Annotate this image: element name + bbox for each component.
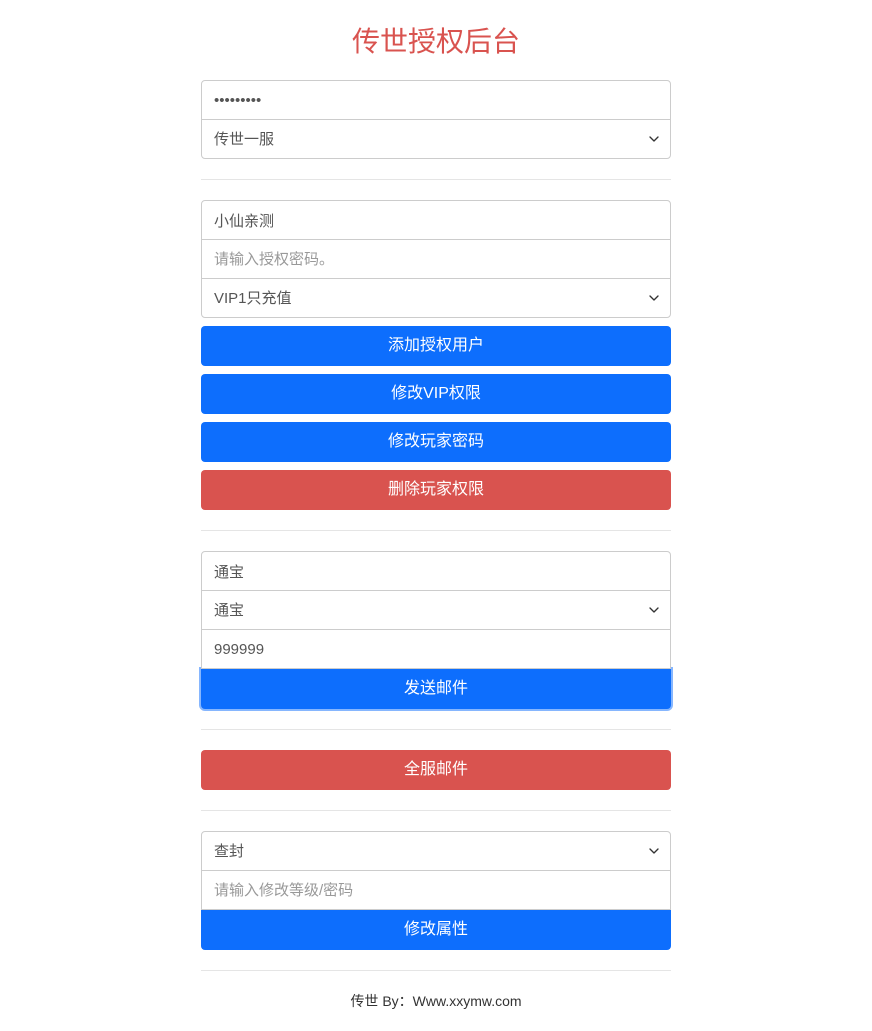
mail-item-select[interactable]: 通宝: [201, 590, 671, 630]
mail-amount-input[interactable]: [201, 629, 671, 669]
vip-level-select[interactable]: VIP1只充值: [201, 278, 671, 318]
footer-text: 传世 By：Www.xxymw.com: [201, 991, 671, 1011]
global-mail-section: 全服邮件: [201, 750, 671, 811]
send-mail-button[interactable]: 发送邮件: [201, 669, 671, 709]
ban-action-select[interactable]: 查封: [201, 831, 671, 871]
server-select[interactable]: 传世一服: [201, 119, 671, 159]
modify-attribute-button[interactable]: 修改属性: [201, 910, 671, 950]
server-login-section: 传世一服: [201, 80, 671, 180]
mail-item-input[interactable]: [201, 551, 671, 591]
modify-player-password-button[interactable]: 修改玩家密码: [201, 422, 671, 462]
admin-password-input[interactable]: [201, 80, 671, 120]
page-title: 传世授权后台: [201, 20, 671, 60]
global-mail-button[interactable]: 全服邮件: [201, 750, 671, 790]
modify-level-password-input[interactable]: [201, 870, 671, 910]
modify-attribute-section: 查封 修改属性: [201, 831, 671, 971]
mail-section: 通宝 发送邮件: [201, 551, 671, 730]
add-auth-user-button[interactable]: 添加授权用户: [201, 326, 671, 366]
username-input[interactable]: [201, 200, 671, 240]
user-auth-section: VIP1只充值 添加授权用户 修改VIP权限 修改玩家密码 删除玩家权限: [201, 200, 671, 531]
modify-vip-button[interactable]: 修改VIP权限: [201, 374, 671, 414]
auth-password-input[interactable]: [201, 239, 671, 279]
delete-player-permission-button[interactable]: 删除玩家权限: [201, 470, 671, 510]
